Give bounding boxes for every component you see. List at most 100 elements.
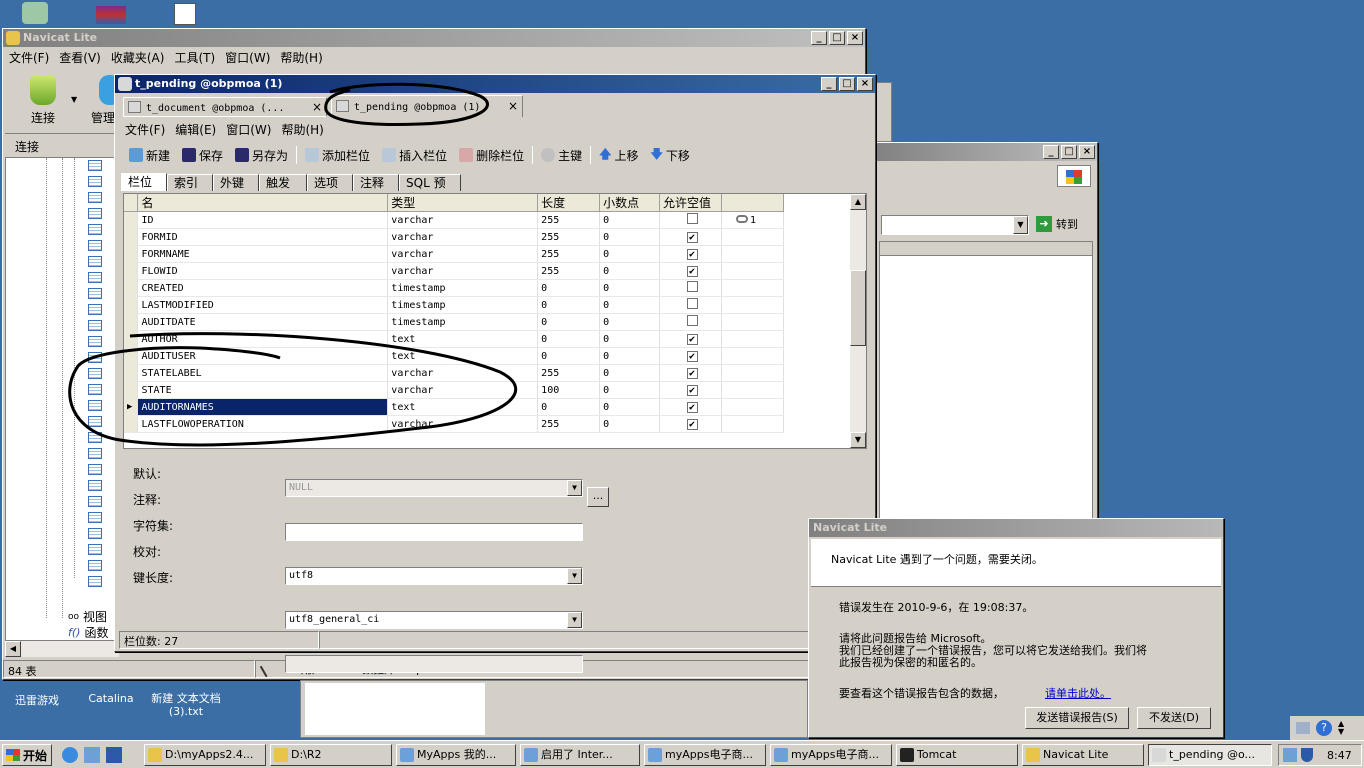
task-myapps-shop-2[interactable]: myApps电子商... (770, 744, 892, 766)
menu-edit[interactable]: 编辑(E) (175, 121, 216, 138)
field-name-cell[interactable]: LASTMODIFIED (137, 296, 389, 314)
doc-tab-t-pending[interactable]: t_pending @obpmoa (1) × (331, 95, 523, 117)
send-report-button[interactable]: 发送错误报告(S) (1025, 707, 1129, 729)
field-name-cell[interactable]: AUDITUSER (137, 347, 389, 365)
task-myapps-browser[interactable]: MyApps 我的... (396, 744, 516, 766)
menu-tools[interactable]: 工具(T) (174, 49, 215, 66)
close-button[interactable]: × (857, 77, 873, 91)
scroll-down-button[interactable]: ▼ (850, 432, 866, 448)
field-length-cell[interactable]: 255 (537, 228, 601, 246)
menu-help[interactable]: 帮助(H) (281, 121, 323, 138)
connect-button[interactable]: 连接 (23, 75, 63, 127)
field-decimals-cell[interactable]: 0 (599, 245, 661, 263)
scroll-left-button[interactable]: ◀ (5, 641, 21, 657)
nullable-checkbox[interactable]: ✔ (686, 384, 698, 396)
col-header-nullable[interactable]: 允许空值 (659, 194, 722, 212)
field-key-cell[interactable] (721, 415, 785, 433)
printer-icon[interactable] (1296, 722, 1310, 734)
field-nullable-cell[interactable]: ✔ (659, 347, 722, 365)
desktop-icon-new-text-file[interactable]: 新建 文本文档 (3).txt (148, 692, 224, 718)
start-button[interactable]: 开始 (2, 744, 52, 766)
field-length-cell[interactable]: 0 (537, 330, 601, 348)
desktop-icon-recycle[interactable] (22, 2, 50, 24)
field-key-cell[interactable] (721, 228, 785, 246)
task-navicat-lite[interactable]: Navicat Lite (1022, 744, 1144, 766)
field-length-cell[interactable]: 0 (537, 347, 601, 365)
field-type-cell[interactable]: varchar (387, 262, 539, 280)
field-key-cell[interactable] (721, 398, 785, 416)
field-nullable-cell[interactable] (659, 296, 722, 314)
desktop-icon-xunlei-games[interactable]: 迅雷游戏 (4, 692, 70, 708)
field-key-cell[interactable] (721, 313, 785, 331)
field-name-cell[interactable]: FLOWID (137, 262, 389, 280)
field-type-cell[interactable]: varchar (387, 364, 539, 382)
field-nullable-cell[interactable]: ✔ (659, 330, 722, 348)
field-nullable-cell[interactable]: ✔ (659, 245, 722, 263)
network-icon[interactable] (1283, 748, 1297, 762)
nullable-checkbox[interactable]: ✔ (686, 367, 698, 379)
field-name-cell[interactable]: ID (137, 211, 389, 229)
subtab-sql-preview[interactable]: SQL 预览 (399, 174, 461, 206)
field-name-cell[interactable]: FORMNAME (137, 245, 389, 263)
field-nullable-cell[interactable]: ✔ (659, 228, 722, 246)
menu-window[interactable]: 窗口(W) (225, 49, 270, 66)
field-length-cell[interactable]: 0 (537, 296, 601, 314)
maximize-button[interactable]: □ (1061, 145, 1077, 159)
save-as-button[interactable]: 另存为 (231, 147, 292, 164)
field-key-cell[interactable]: 1 (721, 211, 785, 229)
nullable-checkbox[interactable]: ✔ (686, 333, 698, 345)
doc-tab-t-document[interactable]: t_document @obpmoa (... × (123, 97, 327, 117)
field-nullable-cell[interactable] (659, 313, 722, 331)
col-header-name[interactable]: 名 (137, 194, 389, 212)
field-key-cell[interactable] (721, 296, 785, 314)
field-length-cell[interactable]: 0 (537, 313, 601, 331)
dont-send-button[interactable]: 不发送(D) (1137, 707, 1211, 729)
menu-view[interactable]: 查看(V) (59, 49, 101, 66)
field-length-cell[interactable]: 0 (537, 279, 601, 297)
task-tomcat[interactable]: Tomcat (896, 744, 1018, 766)
tree-hscrollbar[interactable]: ◀ (5, 641, 119, 657)
field-name-cell[interactable]: STATELABEL (137, 364, 389, 382)
field-key-cell[interactable] (721, 381, 785, 399)
field-key-cell[interactable] (721, 330, 785, 348)
nullable-checkbox[interactable] (686, 213, 698, 224)
subtab-options[interactable]: 选项 (307, 174, 353, 191)
field-decimals-cell[interactable]: 0 (599, 279, 661, 297)
task-r2-folder[interactable]: D:\R2 (270, 744, 392, 766)
field-nullable-cell[interactable]: ✔ (659, 262, 722, 280)
nullable-checkbox[interactable]: ✔ (686, 418, 698, 430)
move-down-button[interactable]: 🡇 下移 (646, 145, 693, 166)
subtab-fields[interactable]: 栏位 (121, 173, 167, 191)
field-row[interactable]: FLOWID varchar 255 0 ✔ (124, 262, 785, 280)
col-header-type[interactable]: 类型 (387, 194, 539, 212)
subtab-comments[interactable]: 注释 (353, 174, 399, 191)
task-myapps-folder[interactable]: D:\myApps2.4... (144, 744, 266, 766)
comment-input[interactable] (285, 523, 583, 541)
field-length-cell[interactable]: 255 (537, 245, 601, 263)
field-length-cell[interactable]: 255 (537, 364, 601, 382)
nullable-checkbox[interactable]: ✔ (686, 350, 698, 362)
field-row[interactable]: AUDITUSER text 0 0 ✔ (124, 347, 785, 365)
field-key-cell[interactable] (721, 245, 785, 263)
delete-field-button[interactable]: 删除栏位 (455, 147, 528, 164)
field-key-cell[interactable] (721, 262, 785, 280)
field-nullable-cell[interactable] (659, 279, 722, 297)
field-key-cell[interactable] (721, 347, 785, 365)
col-header-decimals[interactable]: 小数点 (599, 194, 661, 212)
field-type-cell[interactable]: text (387, 398, 539, 416)
address-bar[interactable]: ▼ (881, 215, 1029, 235)
field-name-cell[interactable]: CREATED (137, 279, 389, 297)
scroll-up-button[interactable]: ▲ (850, 194, 866, 210)
field-type-cell[interactable]: text (387, 347, 539, 365)
field-row[interactable]: LASTFLOWOPERATION varchar 255 0 ✔ (124, 415, 785, 433)
fields-vscrollbar[interactable]: ▲ ▼ (850, 194, 866, 448)
subtab-triggers[interactable]: 触发器 (259, 174, 307, 206)
explorer-icon[interactable] (84, 747, 100, 763)
field-type-cell[interactable]: varchar (387, 211, 539, 229)
go-button[interactable]: ➜ 转到 (1033, 213, 1093, 235)
menu-favorites[interactable]: 收藏夹(A) (111, 49, 165, 66)
field-key-cell[interactable] (721, 279, 785, 297)
field-nullable-cell[interactable]: ✔ (659, 364, 722, 382)
close-tab-icon[interactable]: × (312, 98, 322, 116)
field-type-cell[interactable]: varchar (387, 245, 539, 263)
